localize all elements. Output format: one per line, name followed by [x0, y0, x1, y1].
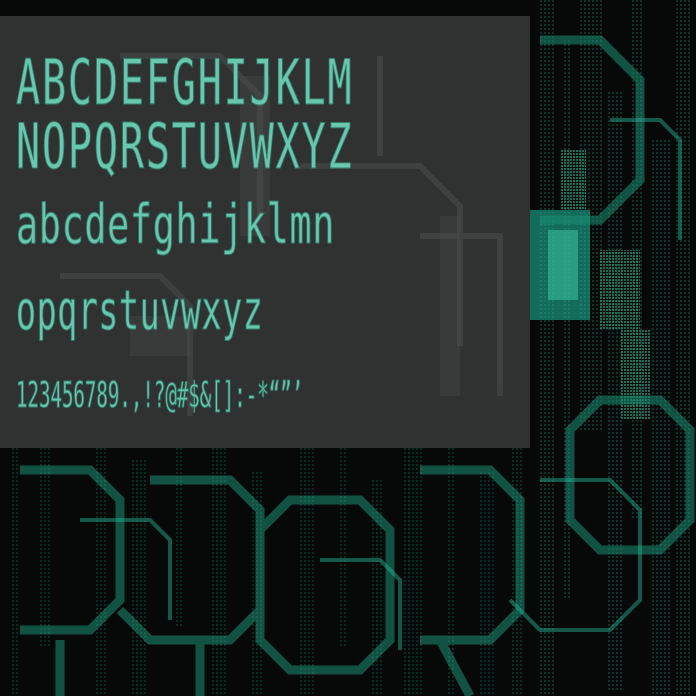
lowercase-line-1: abcdefghijklmn	[16, 193, 336, 256]
lowercase-line-2: opqrstuvwxyz	[16, 279, 264, 342]
specimen-panel: ABCDEFGHIJKLM NOPQRSTUVWXYZ abcdefghijkl…	[0, 16, 530, 448]
font-specimen-artwork: ABCDEFGHIJKLM NOPQRSTUVWXYZ abcdefghijkl…	[0, 0, 696, 696]
uppercase-line-2: NOPQRSTUVWXYZ	[16, 111, 354, 184]
uppercase-line-1: ABCDEFGHIJKLM	[16, 47, 354, 120]
numerals-symbols-line: 123456789.,!?@#$&[]:-*“”’	[16, 375, 304, 416]
